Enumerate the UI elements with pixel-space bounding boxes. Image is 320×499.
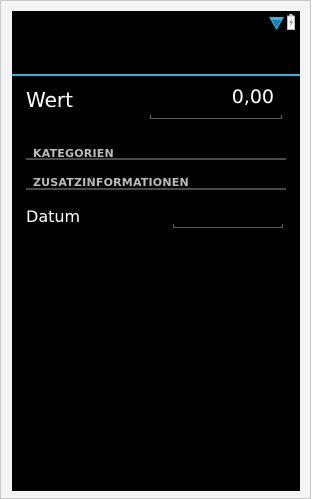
datum-label: Datum bbox=[26, 207, 81, 226]
app-screen: Wert 0,00 KATEGORIEN ZUSATZINFORMATIONEN… bbox=[12, 11, 300, 491]
wifi-icon bbox=[269, 17, 284, 30]
section-divider-additional-info bbox=[26, 188, 286, 190]
wert-input-underline bbox=[150, 115, 282, 119]
wert-value: 0,00 bbox=[231, 86, 274, 108]
form-content: Wert 0,00 KATEGORIEN ZUSATZINFORMATIONEN… bbox=[12, 76, 300, 491]
status-bar bbox=[12, 11, 300, 34]
datum-input[interactable] bbox=[173, 210, 283, 228]
wert-input[interactable]: 0,00 bbox=[150, 83, 282, 119]
battery-icon bbox=[287, 14, 295, 30]
datum-input-underline bbox=[173, 224, 283, 228]
action-bar bbox=[12, 34, 300, 74]
section-divider-categories bbox=[26, 158, 286, 160]
wert-label: Wert bbox=[26, 88, 73, 112]
device-frame: Wert 0,00 KATEGORIEN ZUSATZINFORMATIONEN… bbox=[0, 0, 311, 499]
